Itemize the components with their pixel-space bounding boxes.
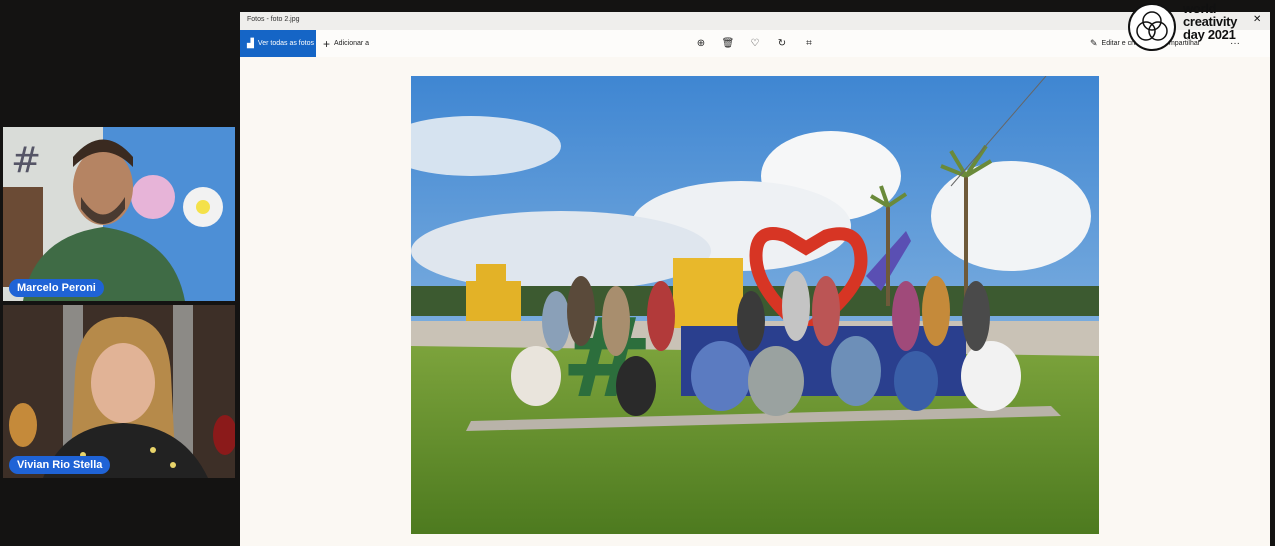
zoom-in-icon: ⊕: [696, 37, 706, 49]
photo-toolbar: ▟ Ver todas as fotos + Adicionar a ⊕ 🗑 ♡…: [240, 30, 1270, 57]
photos-app-window: Fotos - foto 2.jpg ▟ Ver todas as fotos …: [240, 12, 1270, 546]
edit-icon: ✎: [1090, 38, 1098, 48]
svg-text:#: #: [11, 140, 41, 181]
photos-icon: ▟: [247, 38, 254, 48]
participant-video: [3, 305, 235, 478]
see-all-photos-button[interactable]: ▟ Ver todas as fotos: [240, 30, 316, 57]
favorite-button[interactable]: ♡: [747, 35, 763, 51]
photo-image: #: [411, 76, 1099, 534]
world-creativity-day-logo: [1128, 3, 1176, 51]
video-tile-marcelo: # Marcelo Peroni: [3, 127, 235, 301]
participant-name-badge: Vivian Rio Stella: [9, 456, 111, 474]
rotate-icon: ↻: [777, 37, 787, 49]
see-all-photos-label: Ver todas as fotos: [257, 40, 314, 47]
window-title: Fotos - foto 2.jpg: [247, 16, 300, 23]
title-bar: Fotos - foto 2.jpg: [240, 12, 1270, 30]
participant-name-badge: Marcelo Peroni: [9, 279, 104, 297]
world-creativity-day-wordmark: world creativity day 2021: [1183, 2, 1237, 41]
add-to-label: Adicionar a: [334, 40, 370, 47]
delete-button[interactable]: 🗑: [720, 35, 736, 51]
wordmark-line-3: day 2021: [1183, 27, 1236, 42]
participant-video: #: [3, 127, 235, 301]
crop-icon: ⌗: [806, 37, 812, 49]
crop-button[interactable]: ⌗: [801, 35, 817, 51]
video-tile-vivian: Vivian Rio Stella: [3, 305, 235, 478]
rotate-button[interactable]: ↻: [774, 35, 790, 51]
delete-icon: 🗑: [721, 37, 735, 49]
plus-icon: +: [323, 36, 331, 51]
displayed-photo: #: [411, 76, 1099, 534]
close-icon[interactable]: ✕: [1253, 14, 1261, 25]
add-to-button[interactable]: + Adicionar a: [323, 30, 369, 57]
zoom-in-button[interactable]: ⊕: [693, 35, 709, 51]
favorite-icon: ♡: [750, 37, 760, 49]
